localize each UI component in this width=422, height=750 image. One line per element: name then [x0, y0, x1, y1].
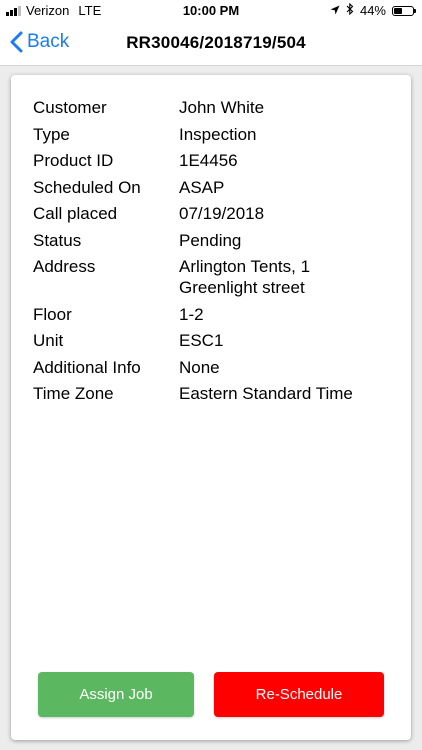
detail-row-call-placed: Call placed 07/19/2018 — [33, 203, 393, 224]
detail-row-additional-info: Additional Info None — [33, 357, 393, 378]
address-label: Address — [33, 257, 96, 276]
product-id-label: Product ID — [33, 151, 114, 170]
product-id-value: 1E4456 — [179, 151, 238, 170]
detail-row-time-zone: Time Zone Eastern Standard Time — [33, 383, 393, 404]
detail-row-product-id: Product ID 1E4456 — [33, 150, 393, 171]
detail-row-unit: Unit ESC1 — [33, 330, 393, 351]
battery-fill — [394, 7, 402, 14]
navigation-bar: Back RR30046/2018719/504 — [0, 22, 422, 66]
status-label: Status — [33, 230, 82, 250]
job-details-list: Customer John White Type Inspection Prod… — [33, 97, 393, 410]
additional-info-label: Additional Info — [33, 357, 141, 377]
call-placed-value: 07/19/2018 — [179, 204, 265, 223]
scheduled-on-label: Scheduled On — [33, 177, 141, 197]
address-line-1: Arlington Tents, 1 — [179, 257, 311, 276]
job-details-card: Customer John White Type Inspection Prod… — [11, 75, 411, 740]
action-buttons: Assign Job Re-Schedule — [38, 672, 384, 717]
unit-value: ESC1 — [179, 331, 224, 350]
bluetooth-icon — [346, 2, 354, 18]
detail-row-address: Address Arlington Tents, 1 Greenlight st… — [33, 256, 393, 298]
time-zone-value: Eastern Standard Time — [179, 384, 353, 403]
floor-value: 1-2 — [179, 304, 204, 324]
detail-row-type: Type Inspection — [33, 124, 393, 145]
detail-row-floor: Floor 1-2 — [33, 304, 393, 325]
status-right: 44% — [330, 2, 416, 18]
type-label: Type — [33, 124, 70, 144]
assign-job-button[interactable]: Assign Job — [38, 672, 194, 717]
unit-label: Unit — [33, 331, 64, 350]
floor-label: Floor — [33, 304, 72, 324]
address-line-2: Greenlight street — [179, 278, 305, 297]
scheduled-on-value: ASAP — [179, 177, 225, 197]
detail-row-status: Status Pending — [33, 230, 393, 251]
time-zone-label: Time Zone — [33, 384, 114, 403]
battery-icon — [392, 5, 416, 16]
address-value: Arlington Tents, 1 Greenlight street — [179, 256, 393, 298]
call-placed-label: Call placed — [33, 204, 118, 223]
reschedule-button[interactable]: Re-Schedule — [214, 672, 384, 717]
additional-info-value: None — [179, 357, 220, 377]
battery-percent: 44% — [359, 3, 386, 18]
customer-label: Customer — [33, 98, 107, 117]
page-title: RR30046/2018719/504 — [126, 33, 306, 52]
customer-value: John White — [179, 98, 265, 117]
detail-row-scheduled-on: Scheduled On ASAP — [33, 177, 393, 198]
type-value: Inspection — [179, 124, 257, 144]
detail-row-customer: Customer John White — [33, 97, 393, 118]
status-value: Pending — [179, 230, 242, 250]
status-bar: Verizon LTE 10:00 PM 44% — [0, 0, 422, 22]
location-arrow-icon — [330, 3, 340, 18]
